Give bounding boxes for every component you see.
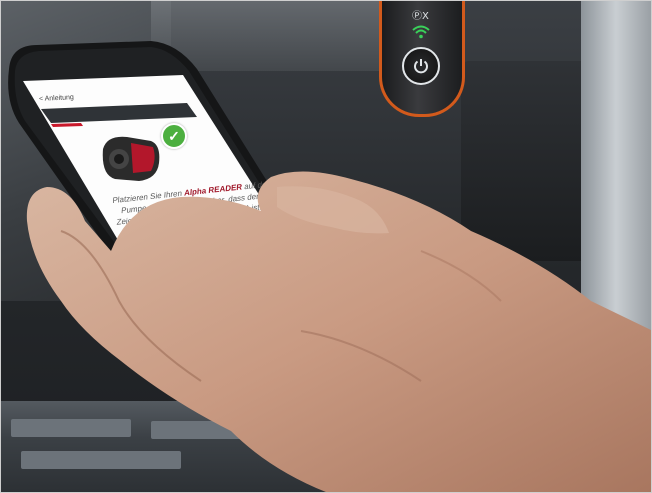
hand: [26, 171, 651, 492]
photo-frame: ⓅX < Anleitung ✓ Platzieren Sie Ihren Al…: [0, 0, 652, 493]
